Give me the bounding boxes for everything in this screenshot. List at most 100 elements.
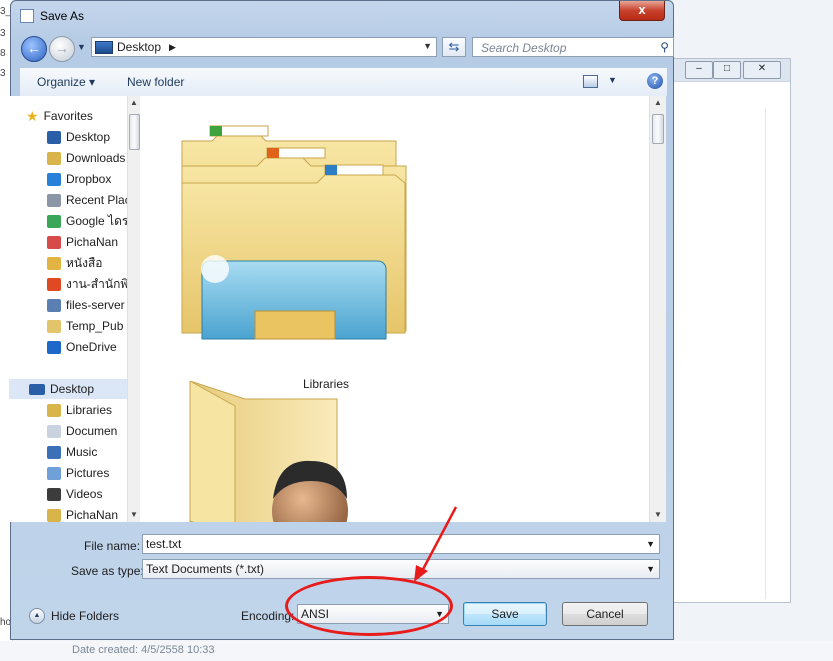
minimize-icon[interactable]: – [685, 61, 713, 79]
sidebar-item[interactable]: PichaNan [47, 232, 118, 252]
back-button[interactable]: ← [21, 36, 47, 62]
sidebar-item[interactable]: Libraries [47, 400, 112, 420]
folder-icon [47, 445, 61, 459]
sidebar-item[interactable]: Temp_Pub [47, 316, 123, 336]
sidebar-item-label: Recent Plac [66, 193, 127, 207]
change-view-icon[interactable] [583, 75, 598, 88]
close-button[interactable]: x [619, 1, 665, 21]
desktop-icon [95, 40, 113, 54]
navigation-scrollbar[interactable]: ▲ ▼ [127, 96, 140, 522]
scroll-down-icon[interactable]: ▼ [130, 510, 138, 519]
sidebar-item[interactable]: Google ไดร [47, 211, 127, 231]
sidebar-item-label: หนังสือ [66, 255, 103, 270]
date-created-text: Date created: 4/5/2558 10:33 [72, 644, 215, 656]
desktop-icon [29, 383, 45, 395]
close-icon[interactable]: ✕ [743, 61, 781, 79]
folder-icon [47, 235, 61, 249]
organize-button[interactable]: Organize ▾ [37, 75, 95, 89]
sidebar-item[interactable]: PichaNan [47, 505, 118, 522]
help-icon[interactable]: ? [647, 73, 663, 89]
sidebar-item[interactable]: Recent Plac [47, 190, 127, 210]
folder-icon [47, 214, 61, 228]
scroll-thumb[interactable] [652, 114, 664, 144]
address-bar[interactable]: Desktop ▶ ▼ [91, 37, 437, 57]
background-text-fragment: 3 [0, 68, 6, 79]
folder-icon [47, 130, 61, 144]
scroll-down-icon[interactable]: ▼ [654, 510, 662, 519]
star-icon: ★ [26, 107, 39, 124]
sidebar-item-label: Desktop [50, 382, 95, 396]
search-placeholder: Search Desktop [481, 41, 567, 55]
dialog-title: Save As [40, 9, 85, 23]
sidebar-item-label: Music [66, 445, 98, 459]
scroll-up-icon[interactable]: ▲ [654, 98, 662, 107]
sidebar-item[interactable]: Downloads [47, 148, 125, 168]
background-text-fragment: 3 [0, 28, 6, 39]
address-text: Desktop [117, 40, 162, 54]
sidebar-item[interactable]: Dropbox [47, 169, 111, 189]
background-text-fragment: 8 [0, 48, 6, 59]
address-dropdown-icon[interactable]: ▼ [423, 41, 432, 51]
help-icon-glyph: ? [651, 75, 659, 87]
background-scrollbar[interactable] [765, 109, 780, 599]
folder-icon [47, 508, 61, 522]
view-dropdown-icon[interactable]: ▼ [608, 75, 617, 85]
cancel-button[interactable]: Cancel [562, 602, 648, 626]
sidebar-item[interactable]: OneDrive [47, 337, 117, 357]
folder-icon [47, 424, 61, 438]
new-folder-button[interactable]: New folder [127, 75, 184, 89]
filename-dropdown-icon[interactable]: ▼ [646, 539, 655, 549]
sidebar-item[interactable]: files-server [47, 295, 125, 315]
save-type-value: Text Documents (*.txt) [146, 562, 265, 576]
folder-icon [47, 193, 61, 207]
sidebar-item-label: PichaNan [66, 235, 119, 249]
sidebar-item-label: Libraries [66, 403, 113, 417]
libraries-item[interactable]: Libraries [170, 111, 410, 391]
libraries-folder-icon [181, 125, 407, 340]
forward-button[interactable]: → [49, 36, 75, 62]
file-list-scrollbar[interactable]: ▲ ▼ [649, 96, 666, 522]
history-dropdown-icon[interactable]: ▼ [77, 42, 86, 52]
maximize-icon[interactable]: □ [713, 61, 741, 79]
annotation-ellipse [285, 576, 453, 636]
sidebar-item-desktop-root[interactable]: Desktop [9, 379, 127, 399]
search-input[interactable]: Search Desktop ⚲ [472, 37, 674, 57]
sidebar-item[interactable]: งาน-สำนักพิ [47, 274, 127, 294]
sidebar-item-label: Google ไดร [66, 213, 127, 228]
favorites-header[interactable]: ★ Favorites [26, 106, 93, 126]
sidebar-item[interactable]: หนังสือ [47, 253, 103, 273]
sidebar-item[interactable]: Videos [47, 484, 102, 504]
save-type-select[interactable]: Text Documents (*.txt) ▼ [142, 559, 660, 579]
filename-value: test.txt [146, 537, 182, 551]
folder-icon [47, 172, 61, 186]
sidebar-item[interactable]: Pictures [47, 463, 109, 483]
sidebar-item-label: Pictures [66, 466, 110, 480]
filename-label: File name: [84, 539, 141, 553]
sidebar-item-label: Temp_Pub [66, 319, 124, 333]
save-type-dropdown-icon[interactable]: ▼ [646, 564, 655, 574]
sidebar-item[interactable]: Documen [47, 421, 117, 441]
title-bar: Save As [20, 6, 84, 26]
favorites-label: Favorites [43, 109, 93, 123]
sidebar-item-label: Documen [66, 424, 118, 438]
user-folder-item[interactable] [185, 380, 385, 522]
hide-folders-button[interactable]: ▲ Hide Folders [29, 608, 119, 624]
forward-arrow-icon: → [55, 40, 69, 56]
breadcrumb-arrow-icon[interactable]: ▶ [169, 42, 176, 53]
filename-field[interactable]: test.txt ▼ [142, 534, 660, 554]
notepad-icon [20, 9, 34, 23]
save-type-label: Save as type: [71, 564, 144, 578]
sidebar-item-label: OneDrive [66, 340, 117, 354]
folder-icon [47, 466, 61, 480]
save-button[interactable]: Save [463, 602, 547, 626]
navigation-pane: ★ Favorites Desktop Downloads Dropbox Recen… [9, 96, 127, 522]
sidebar-item[interactable]: Music [47, 442, 97, 462]
hide-folders-label: Hide Folders [51, 609, 120, 623]
sidebar-item-label: Downloads [66, 151, 126, 165]
scroll-up-icon[interactable]: ▲ [130, 98, 138, 107]
sidebar-item[interactable]: Desktop [47, 127, 110, 147]
sidebar-item-label: งาน-สำนักพิ [66, 276, 127, 291]
scroll-thumb[interactable] [129, 114, 140, 150]
refresh-button[interactable]: ⇆ [442, 37, 466, 57]
background-notepad-window: – □ ✕ [660, 58, 791, 603]
